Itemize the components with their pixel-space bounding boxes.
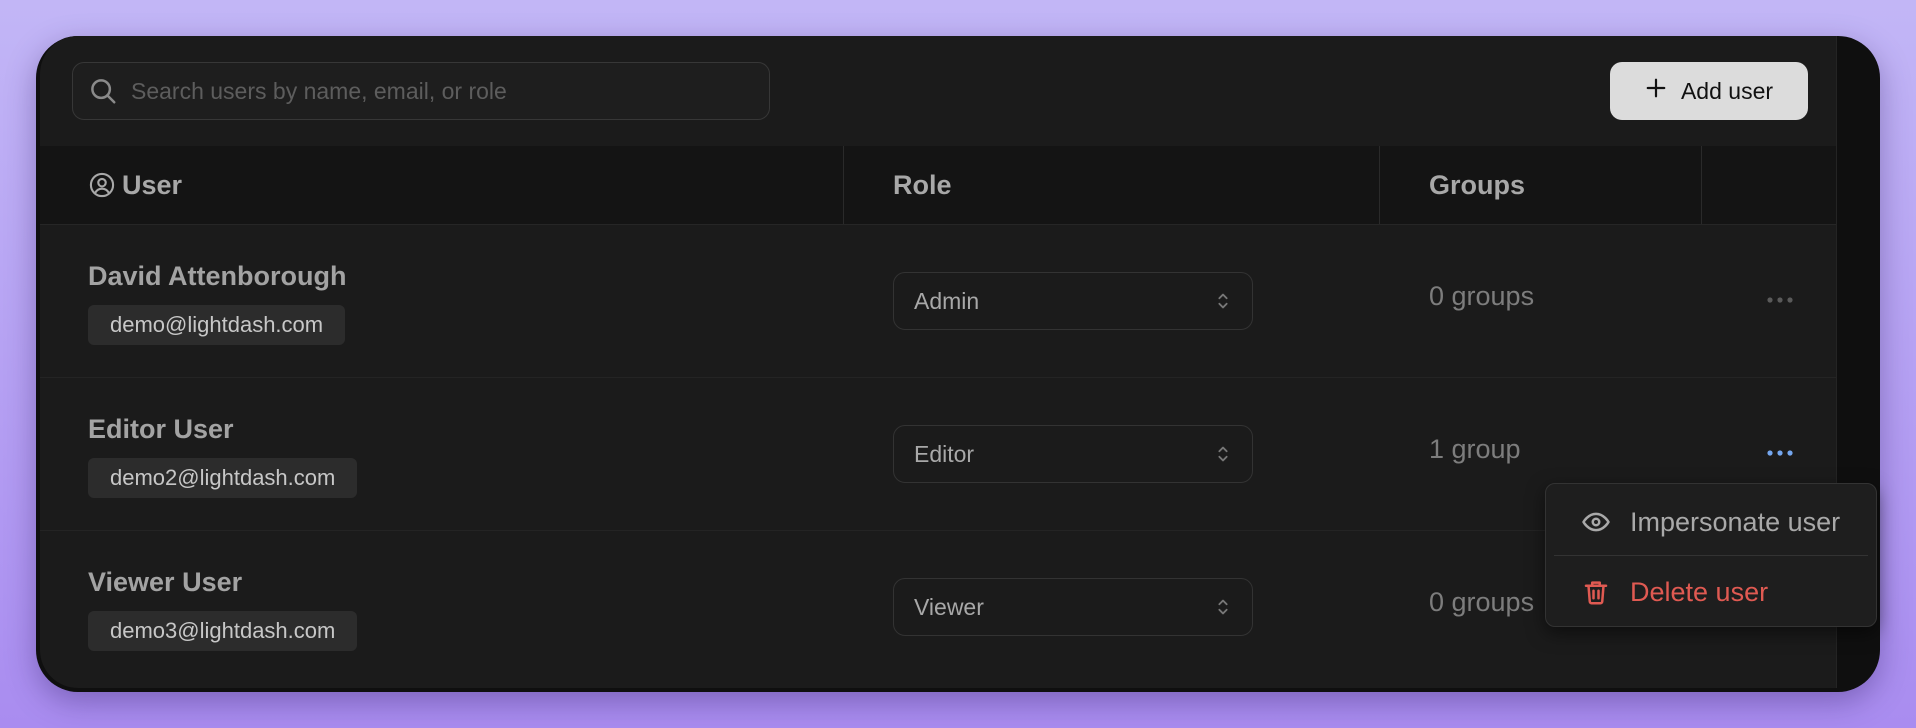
selector-chevrons-icon: [1218, 293, 1228, 309]
user-name: Editor User: [88, 414, 234, 444]
user-groups-count: 0 groups: [1429, 281, 1535, 311]
menu-divider: [1554, 555, 1868, 556]
row-actions-button[interactable]: [1762, 438, 1798, 468]
table-row: David Attenborough demo@lightdash.com Ad…: [40, 225, 1836, 378]
add-user-button[interactable]: Add user: [1610, 62, 1808, 120]
column-header-groups: Groups: [1380, 146, 1702, 224]
role-select-value: Viewer: [914, 593, 984, 620]
delete-user-menu-item[interactable]: Delete user: [1554, 562, 1868, 622]
role-select-value: Admin: [914, 287, 980, 314]
column-header-user-label: User: [122, 169, 183, 200]
impersonate-user-label: Impersonate user: [1630, 506, 1841, 537]
row-actions-button[interactable]: [1762, 285, 1798, 315]
selector-chevrons-icon: [1218, 446, 1228, 462]
add-user-label: Add user: [1680, 77, 1774, 104]
column-header-actions: [1702, 146, 1836, 224]
user-groups-count: 1 group: [1429, 434, 1521, 464]
search-icon: [87, 75, 119, 107]
user-groups-count: 0 groups: [1429, 587, 1535, 617]
user-email-badge: demo@lightdash.com: [88, 305, 346, 345]
user-email-badge: demo2@lightdash.com: [88, 458, 358, 498]
selector-chevrons-icon: [1218, 599, 1228, 615]
role-select-value: Editor: [914, 440, 975, 467]
user-name: David Attenborough: [88, 261, 347, 291]
trash-icon: [1580, 576, 1612, 608]
user-circle-icon: [89, 172, 115, 198]
column-header-role-label: Role: [893, 169, 952, 200]
delete-user-label: Delete user: [1630, 576, 1769, 607]
search-box[interactable]: [72, 62, 770, 120]
role-select[interactable]: Viewer: [893, 578, 1253, 636]
dots-icon: [1767, 450, 1793, 456]
table-header: User Role Groups: [40, 146, 1836, 225]
role-select[interactable]: Editor: [893, 425, 1253, 483]
dots-icon: [1767, 297, 1793, 303]
column-header-groups-label: Groups: [1429, 169, 1526, 200]
plus-icon: [1645, 77, 1667, 105]
user-email-badge: demo3@lightdash.com: [88, 611, 358, 651]
column-header-user: User: [40, 146, 844, 224]
user-name: Viewer User: [88, 567, 243, 597]
impersonate-user-menu-item[interactable]: Impersonate user: [1554, 492, 1868, 552]
eye-icon: [1580, 506, 1612, 538]
row-actions-menu: Impersonate user Delete user: [1545, 483, 1877, 627]
column-header-role: Role: [844, 146, 1380, 224]
search-input[interactable]: [129, 76, 733, 106]
role-select[interactable]: Admin: [893, 272, 1253, 330]
